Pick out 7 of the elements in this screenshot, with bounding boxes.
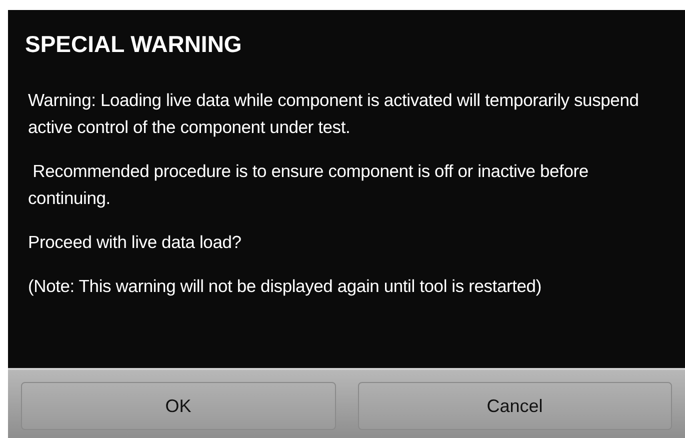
dialog-button[interactable]: Cancel [358, 382, 672, 430]
dialog-button[interactable]: OK [21, 382, 336, 430]
warning-text: Recommended procedure is to ensure component is off or inactive before continuing. [28, 160, 590, 210]
dialog-title: SPECIAL WARNING [24, 30, 243, 59]
warning-text: Warning: Loading live data while component is activated will temporarily suspend active control of the component under test. [28, 89, 640, 139]
warning-text: (Note: This warning will not be displayed again until tool is restarted) [28, 275, 542, 298]
warning-text: Proceed with live data load? [28, 231, 242, 254]
